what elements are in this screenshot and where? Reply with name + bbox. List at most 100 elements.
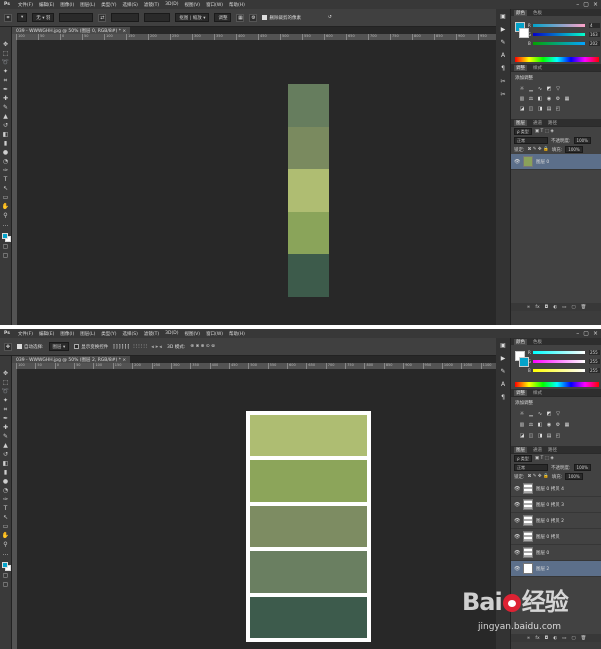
crop-tool-icon[interactable]: ⌗ xyxy=(2,77,10,85)
foreground-color[interactable] xyxy=(1,233,8,239)
foreground-color[interactable] xyxy=(1,562,8,568)
exposure-icon[interactable]: ◩ xyxy=(546,411,552,417)
b-value[interactable]: 255 xyxy=(589,368,600,373)
actions-icon[interactable]: ▶ xyxy=(499,25,508,34)
layer-row[interactable]: 👁 图层 0 拷贝 3 xyxy=(511,497,601,513)
levels-icon[interactable]: ▁ xyxy=(528,411,534,417)
crop-ratio-select[interactable]: 无 ▾ 羽 xyxy=(32,13,55,22)
tab-swatches[interactable]: 色板 xyxy=(533,10,542,16)
straighten-button[interactable]: 调整 xyxy=(214,13,232,22)
eye-icon[interactable]: 👁 xyxy=(514,550,520,556)
marquee-tool-icon[interactable]: ⬚ xyxy=(2,379,10,387)
settings-gear-icon[interactable]: ⚙ xyxy=(249,13,258,22)
layer-row[interactable]: 👁 图层 0 xyxy=(511,545,601,561)
layer-row[interactable]: 👁 图层 0 拷贝 xyxy=(511,529,601,545)
curves-icon[interactable]: ∿ xyxy=(537,86,543,92)
canvas[interactable] xyxy=(17,369,496,649)
document-tab[interactable]: 039 - WWWGHH.jpg @ 50% (图层 2, RGB/8#) * … xyxy=(12,356,131,363)
blend-mode-select[interactable]: 正常 xyxy=(514,137,548,144)
eye-icon[interactable]: 👁 xyxy=(514,518,520,524)
mixer-icon[interactable]: ⚙ xyxy=(555,96,561,102)
invert-icon[interactable]: ◪ xyxy=(519,433,525,439)
tab-styles[interactable]: 样式 xyxy=(533,390,542,396)
tab-paths[interactable]: 路径 xyxy=(548,447,557,453)
tab-adjustments[interactable]: 调整 xyxy=(514,64,527,71)
clear-button[interactable]: 抠图 | 缩放 ▾ xyxy=(175,13,210,22)
lasso-tool-icon[interactable]: ➰ xyxy=(2,59,10,67)
fg-bg-colors[interactable] xyxy=(1,561,11,571)
zoom-tool-icon[interactable]: ⚲ xyxy=(2,212,10,220)
photo-filter-icon[interactable]: ◉ xyxy=(546,422,552,428)
g-slider[interactable] xyxy=(533,33,585,36)
canvas[interactable] xyxy=(17,40,496,325)
brush-tool-icon[interactable]: ✎ xyxy=(2,433,10,441)
exposure-icon[interactable]: ◩ xyxy=(546,86,552,92)
mask-icon[interactable]: ◘ xyxy=(545,636,549,641)
r-slider[interactable] xyxy=(533,24,585,27)
menu-item-7[interactable]: 3D(D) xyxy=(165,2,178,7)
fx-icon[interactable]: fx xyxy=(535,305,539,310)
screen-mode-icon[interactable]: ▢ xyxy=(2,252,10,260)
blur-tool-icon[interactable]: ● xyxy=(2,149,10,157)
tab-channels[interactable]: 通道 xyxy=(533,447,542,453)
move-tool-icon[interactable]: ✥ xyxy=(2,370,10,378)
quick-mask-icon[interactable]: ▢ xyxy=(2,243,10,251)
trash-icon[interactable]: 🗑 xyxy=(581,305,587,310)
menu-item-8[interactable]: 视图(V) xyxy=(184,2,200,8)
healing-brush-icon[interactable]: ✚ xyxy=(2,424,10,432)
tab-swatches[interactable]: 色板 xyxy=(533,339,542,345)
posterize-icon[interactable]: ◫ xyxy=(528,106,534,112)
dodge-tool-icon[interactable]: ◔ xyxy=(2,158,10,166)
g-value[interactable]: 163 xyxy=(589,32,600,37)
tab-channels[interactable]: 通道 xyxy=(533,120,542,126)
shape-tool-icon[interactable]: ▭ xyxy=(2,523,10,531)
brightness-icon[interactable]: ☼ xyxy=(519,86,525,92)
crop-tool-icon[interactable]: ⌗ xyxy=(2,406,10,414)
trash-icon[interactable]: 🗑 xyxy=(581,636,587,641)
menu-item-5[interactable]: 选择(S) xyxy=(123,2,138,8)
mode-3d-icons[interactable]: ⊛ ⊗ ⊕ ⊙ ⊚ xyxy=(190,344,215,349)
hand-tool-icon[interactable]: ✋ xyxy=(2,203,10,211)
threshold-icon[interactable]: ◨ xyxy=(537,106,543,112)
type-tool-icon[interactable]: T xyxy=(2,176,10,184)
close-icon[interactable]: × xyxy=(593,1,598,8)
tab-adjustments[interactable]: 调整 xyxy=(514,389,527,396)
g-value[interactable]: 255 xyxy=(589,359,600,364)
pen-tool-icon[interactable]: ✑ xyxy=(2,496,10,504)
crop-tool-icon[interactable]: ⌗ xyxy=(4,13,12,22)
menu-item-3[interactable]: 图层(L) xyxy=(80,331,95,337)
opacity-field[interactable]: 100% xyxy=(573,137,591,144)
paragraph-icon[interactable]: ¶ xyxy=(499,64,508,73)
new-layer-icon[interactable]: ▢ xyxy=(571,636,575,641)
b-value[interactable]: 202 xyxy=(589,41,600,46)
layer-row[interactable]: 👁 图层 0 拷贝 4 xyxy=(511,481,601,497)
more-tools-icon[interactable]: … xyxy=(2,550,10,558)
blend-mode-select[interactable]: 正常 xyxy=(514,464,548,471)
marquee-tool-icon[interactable]: ⬚ xyxy=(2,50,10,58)
character-icon[interactable]: A xyxy=(499,380,508,389)
eraser-tool-icon[interactable]: ◧ xyxy=(2,131,10,139)
lasso-tool-icon[interactable]: ➰ xyxy=(2,388,10,396)
filter-icons[interactable]: ▣ T ⬚ ◈ xyxy=(535,129,554,134)
b-slider[interactable] xyxy=(533,42,585,45)
adjustment-layer-icon[interactable]: ◐ xyxy=(553,305,557,310)
bw-icon[interactable]: ◧ xyxy=(537,96,543,102)
invert-icon[interactable]: ◪ xyxy=(519,106,525,112)
balance-icon[interactable]: ⚖ xyxy=(528,96,534,102)
group-icon[interactable]: ▭ xyxy=(562,305,566,310)
tab-color[interactable]: 颜色 xyxy=(514,338,527,345)
kind-filter-select[interactable]: ρ 类型 xyxy=(514,455,532,462)
menu-item-8[interactable]: 视图(V) xyxy=(184,331,200,337)
more-tools-icon[interactable]: … xyxy=(2,221,10,229)
maximize-icon[interactable]: ▢ xyxy=(583,330,589,337)
character-icon[interactable]: A xyxy=(499,51,508,60)
grid-overlay-icon[interactable]: ▦ xyxy=(236,13,245,22)
lock-icons[interactable]: ⊠ ✎ ✥ 🔒 xyxy=(528,147,549,152)
menu-item-4[interactable]: 类型(Y) xyxy=(101,331,116,337)
tab-styles[interactable]: 样式 xyxy=(533,65,542,71)
shape-tool-icon[interactable]: ▭ xyxy=(2,194,10,202)
tab-layers[interactable]: 图层 xyxy=(514,119,527,126)
dodge-tool-icon[interactable]: ◔ xyxy=(2,487,10,495)
tab-layers[interactable]: 图层 xyxy=(514,446,527,453)
swap-icon[interactable]: ⇄ xyxy=(98,13,107,22)
